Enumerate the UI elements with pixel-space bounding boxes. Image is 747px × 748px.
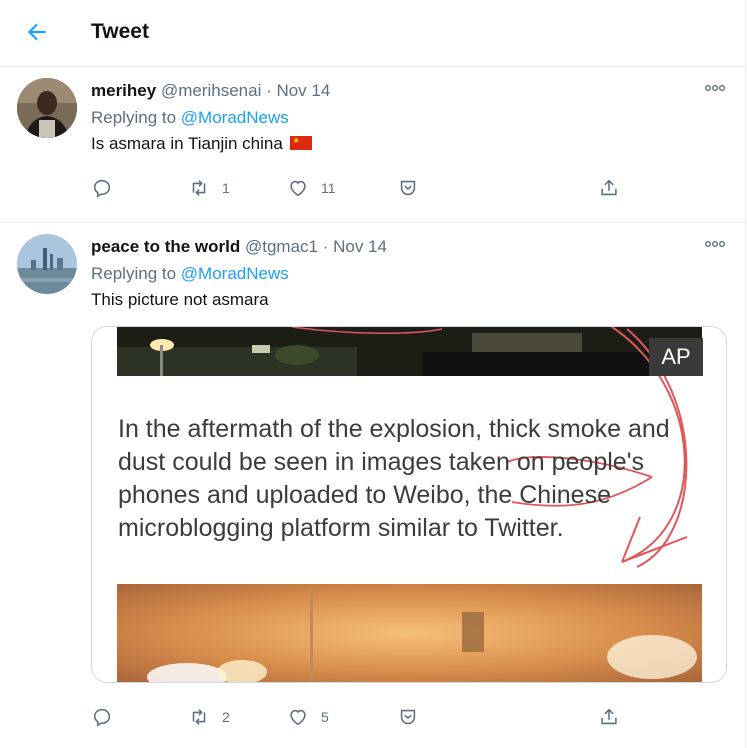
retweet-icon	[192, 180, 206, 196]
avatar[interactable]	[17, 234, 77, 294]
tweet-media-image[interactable]: AP In the aftermath of the explosion, th…	[91, 326, 727, 683]
reply-button[interactable]	[91, 705, 125, 729]
column-divider	[745, 0, 746, 748]
retweet-icon	[192, 709, 206, 725]
author-name[interactable]: merihey	[91, 81, 156, 100]
replying-to: Replying to @MoradNews	[91, 108, 289, 127]
share-button[interactable]	[598, 176, 620, 200]
arrow-left-icon	[27, 23, 46, 41]
heart-icon	[290, 709, 306, 726]
more-icon	[705, 240, 725, 247]
reply-tweet[interactable]: merihey @merihsenai · Nov 14 Replying to…	[0, 67, 745, 223]
more-options-button[interactable]	[704, 237, 726, 251]
reply-icon	[93, 179, 111, 198]
author-name[interactable]: peace to the world	[91, 237, 240, 256]
heart-icon	[290, 180, 306, 197]
reply-button[interactable]	[91, 176, 125, 200]
retweet-button[interactable]: 2	[188, 705, 230, 729]
more-options-button[interactable]	[704, 81, 726, 95]
tweet-actions: 2 5	[91, 705, 631, 729]
reply-tweet[interactable]: peace to the world @tgmac1 · Nov 14 Repl…	[0, 223, 745, 748]
tweet-actions: 1 11	[91, 176, 631, 200]
tipjar-icon	[400, 709, 416, 725]
tweet-text: This picture not asmara	[91, 290, 269, 309]
tweet-author-line: merihey @merihsenai · Nov 14	[91, 81, 330, 101]
flag-china-icon: ★	[289, 136, 312, 150]
ap-watermark: AP	[649, 338, 703, 376]
mention-link[interactable]: @MoradNews	[181, 264, 289, 283]
like-button[interactable]: 11	[287, 176, 336, 200]
replying-to: Replying to @MoradNews	[91, 264, 289, 283]
page-header: Tweet	[0, 0, 745, 67]
share-icon	[601, 708, 617, 725]
share-button[interactable]	[598, 705, 620, 729]
image-caption: In the aftermath of the explosion, thick…	[118, 415, 670, 542]
avatar[interactable]	[17, 78, 77, 138]
tweet-text: Is asmara in Tianjin china ★	[91, 134, 312, 154]
tipjar-icon	[400, 180, 416, 196]
retweet-button[interactable]: 1	[188, 176, 230, 200]
like-button[interactable]: 5	[287, 705, 329, 729]
page-title: Tweet	[91, 20, 149, 43]
tipjar-button[interactable]	[397, 705, 419, 729]
author-handle[interactable]: @merihsenai · Nov 14	[161, 81, 330, 100]
back-button[interactable]	[24, 19, 50, 45]
mention-link[interactable]: @MoradNews	[181, 108, 289, 127]
reply-icon	[93, 708, 111, 727]
share-icon	[601, 179, 617, 196]
tweet-author-line: peace to the world @tgmac1 · Nov 14	[91, 237, 387, 257]
author-handle[interactable]: @tgmac1 · Nov 14	[245, 237, 387, 256]
tipjar-button[interactable]	[397, 176, 419, 200]
more-icon	[705, 84, 725, 91]
